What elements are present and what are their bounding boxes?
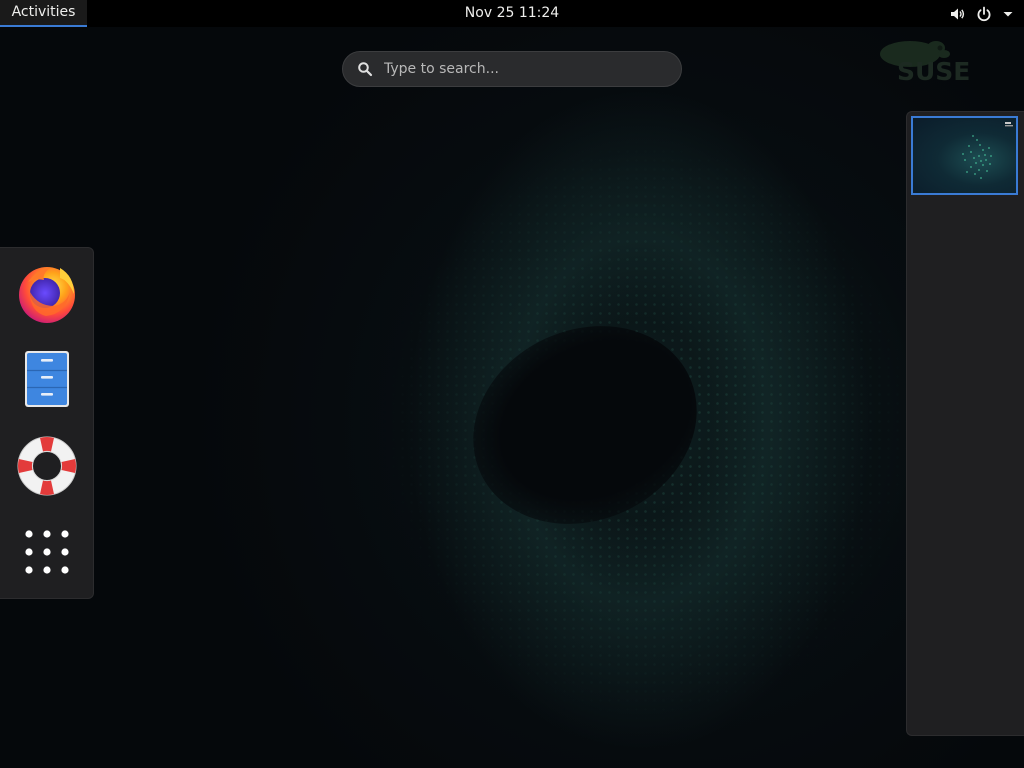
volume-icon[interactable] [950,6,966,22]
firefox-icon [19,267,75,323]
dash-item-files[interactable] [14,346,80,412]
search-input[interactable] [382,60,666,78]
system-status-area[interactable] [950,0,1014,27]
activities-button[interactable]: Activities [0,0,87,27]
power-icon[interactable] [976,6,992,22]
dash-item-help[interactable] [14,433,80,499]
clock-container: Nov 25 11:24 [0,0,1024,26]
dropdown-arrow-icon[interactable] [1002,8,1014,20]
search-box[interactable] [342,51,682,87]
desktop-overview: SUSE Activities Nov 25 11:24 [0,0,1024,768]
suse-logo-text: SUSE [897,57,971,86]
dash [0,247,94,599]
clock-button[interactable]: Nov 25 11:24 [465,5,559,21]
lifebuoy-icon [17,436,77,496]
search-icon [357,61,373,77]
dash-item-show-applications[interactable] [14,519,80,585]
workspace-switcher [906,111,1024,736]
dash-item-firefox[interactable] [14,260,80,326]
workspace-preview [962,122,1013,179]
app-grid-icon [25,530,69,574]
top-bar: Activities Nov 25 11:24 [0,0,1024,27]
file-cabinet-icon [25,351,69,407]
workspace-thumbnail-active[interactable] [911,116,1018,195]
